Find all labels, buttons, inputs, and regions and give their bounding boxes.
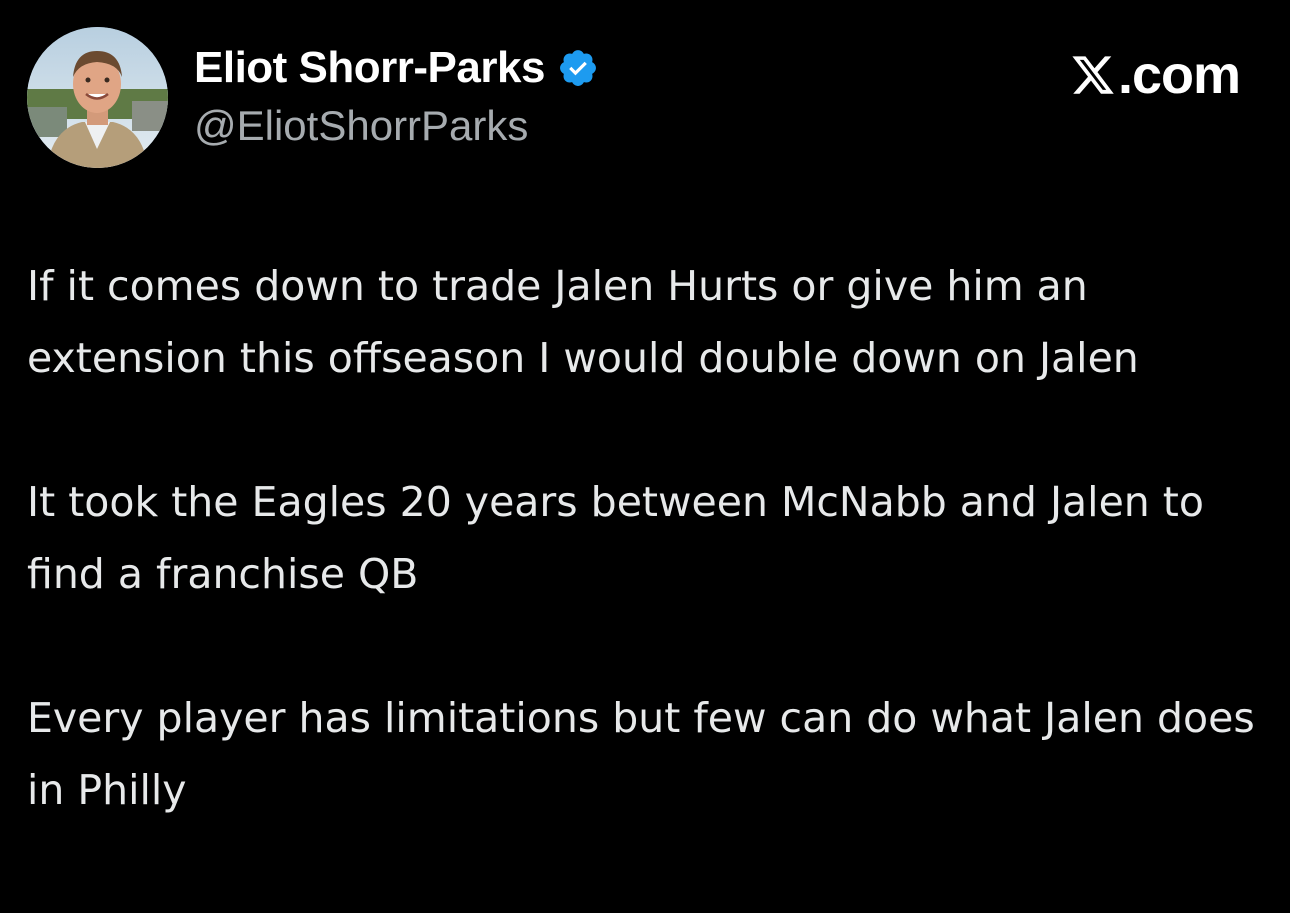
tweet-paragraph: If it comes down to trade Jalen Hurts or… <box>27 262 1139 382</box>
author-handle[interactable]: @EliotShorrParks <box>194 102 528 150</box>
tweet-card: Eliot Shorr-Parks @EliotShorrParks .com … <box>0 0 1290 913</box>
author-name-row: Eliot Shorr-Parks <box>194 41 599 95</box>
avatar[interactable] <box>27 27 168 168</box>
tweet-body: If it comes down to trade Jalen Hurts or… <box>27 250 1267 826</box>
x-logo-icon <box>1070 52 1116 98</box>
avatar-photo <box>27 27 168 168</box>
author-display-name[interactable]: Eliot Shorr-Parks <box>194 43 545 93</box>
tweet-paragraph: Every player has limitations but few can… <box>27 694 1255 814</box>
verified-badge-icon <box>557 47 599 89</box>
tweet-paragraph: It took the Eagles 20 years between McNa… <box>27 478 1204 598</box>
brand-domain-suffix: .com <box>1117 45 1241 105</box>
brand-logo: .com <box>1070 44 1241 106</box>
